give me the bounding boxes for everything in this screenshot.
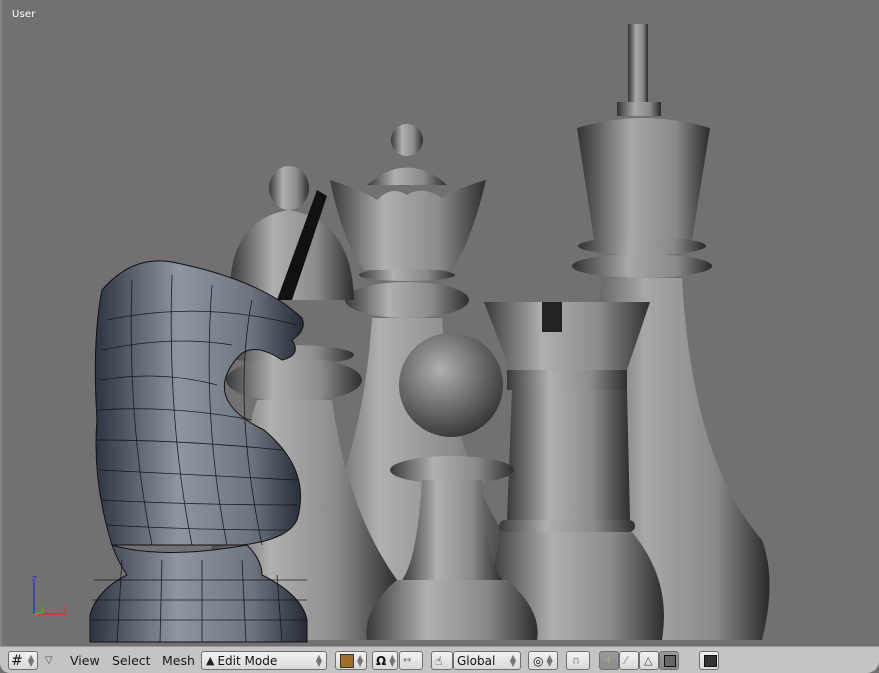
3d-view-header: # ▲ ▼ ▽ View Select Mesh ▲ Edit Mode ▲ ▼ ▲… xyxy=(0,646,879,673)
spinner-icon: ▲ ▼ xyxy=(546,652,553,668)
view-label: User xyxy=(12,9,36,20)
x-axis-label: x xyxy=(62,604,68,614)
occlude-geometry-button[interactable] xyxy=(659,651,679,670)
transform-widget-button[interactable]: ↔ xyxy=(399,651,423,670)
edge-select-icon: ⁄ xyxy=(625,654,627,667)
vertex-select-mode-button[interactable]: ⁖ xyxy=(599,651,619,670)
editor-type-selector[interactable]: # ▲ ▼ xyxy=(8,651,38,670)
orientation-selector[interactable]: Global ▲ ▼ xyxy=(453,651,521,670)
menu-mesh[interactable]: Mesh xyxy=(162,651,195,670)
pivot-icon: Ω xyxy=(376,653,387,668)
spinner-icon: ▲ ▼ xyxy=(315,652,322,668)
proportional-edit-selector[interactable]: ◎ ▲ ▼ xyxy=(528,651,558,670)
mode-label: Edit Mode xyxy=(217,653,278,668)
face-select-icon: △ xyxy=(644,654,653,667)
collapse-menu-triangle-icon[interactable]: ▽ xyxy=(45,651,53,670)
spinner-icon: ▲ ▼ xyxy=(389,652,396,668)
render-image-icon xyxy=(704,654,717,667)
render-button[interactable] xyxy=(699,651,719,670)
z-axis-label: z xyxy=(32,574,37,584)
hand-icon: ☝ xyxy=(435,653,443,668)
manipulator-toggle[interactable]: ☝ xyxy=(431,651,453,670)
draw-type-selector[interactable]: ▲ ▼ xyxy=(335,651,367,670)
3d-viewport[interactable]: User z y x xyxy=(0,0,879,646)
pivot-selector[interactable]: Ω ▲ ▼ xyxy=(372,651,398,670)
vertex-select-icon: ⁖ xyxy=(605,655,611,666)
edge-select-mode-button[interactable]: ⁄ xyxy=(619,651,639,670)
grid-icon: # xyxy=(11,652,23,669)
spinner-icon: ▲ ▼ xyxy=(509,652,516,668)
orientation-label: Global xyxy=(457,653,496,668)
menu-select[interactable]: Select xyxy=(112,651,151,670)
mode-selector[interactable]: ▲ Edit Mode ▲ ▼ xyxy=(201,651,327,670)
edit-mode-triangle-icon: ▲ xyxy=(206,654,215,667)
y-axis-label: y xyxy=(40,604,46,614)
spinner-icon: ▲ ▼ xyxy=(28,652,35,668)
face-select-mode-button[interactable]: △ xyxy=(639,651,659,670)
shaded-cube-icon xyxy=(340,653,354,668)
chess-scene[interactable] xyxy=(2,0,879,646)
spinner-icon: ▲ ▼ xyxy=(357,652,364,668)
transform-widget-icon: ↔ xyxy=(403,655,412,666)
magnet-icon: ∩ xyxy=(572,654,581,667)
occlude-cube-icon xyxy=(664,654,676,667)
proportional-edit-icon: ◎ xyxy=(533,653,544,668)
knight-mesh[interactable] xyxy=(89,260,308,643)
axis-gizmo: z y x xyxy=(32,574,68,615)
snap-toggle[interactable]: ∩ xyxy=(566,651,590,670)
menu-view[interactable]: View xyxy=(70,651,100,670)
